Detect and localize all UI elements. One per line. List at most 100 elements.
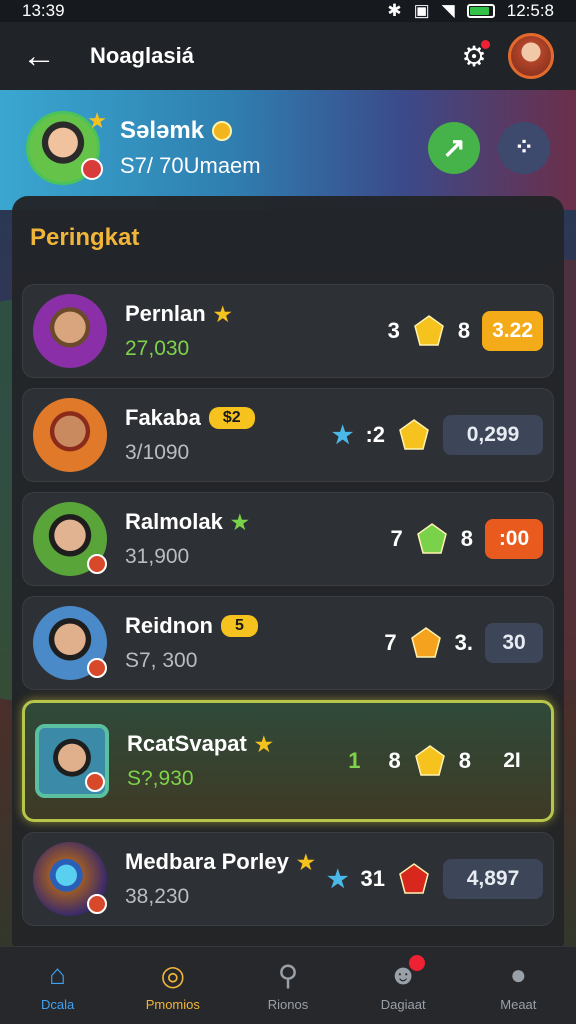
coin-icon xyxy=(212,120,233,141)
player-stats: 3 8 3.22 xyxy=(388,311,543,351)
player-avatar xyxy=(33,294,107,368)
blue-star-icon: ★ xyxy=(327,865,349,893)
status-right-time: 12:5:8 xyxy=(506,1,554,20)
gem-icon xyxy=(399,419,429,450)
player-value-badge: 3.22 xyxy=(482,311,543,351)
player-score: 3/1090 xyxy=(125,441,190,464)
nav-item-home[interactable]: ⌂ Dcala xyxy=(8,959,108,1012)
stat-left-number: :2 xyxy=(365,422,385,447)
leaderboard-row[interactable]: Medbara Porley ★ 38,230 ★ 31 4,897 xyxy=(22,832,554,926)
player-score: S?,930 xyxy=(127,767,194,790)
profile-banner: ★ Sələmk S7/ 70Umaem ↗ ⁘ xyxy=(0,90,576,205)
home-icon: ⌂ xyxy=(49,959,67,990)
back-arrow-icon[interactable]: ← xyxy=(22,37,62,76)
stat-left-number: 31 xyxy=(360,866,385,891)
player-score: 27,030 xyxy=(125,337,190,360)
player-name-row: Fakaba $2 xyxy=(125,405,332,431)
player-stats: ★ 31 4,897 xyxy=(327,859,543,899)
settings-button[interactable]: ⚙ xyxy=(454,36,494,76)
more-button[interactable]: ⁘ xyxy=(498,121,550,174)
status-bar: 13:39 ✱ ▣ ◥ 12:5:8 xyxy=(0,0,576,22)
status-icons: ✱ ▣ ◥ 12:5:8 xyxy=(387,1,554,21)
stat-left-number: 3 xyxy=(387,318,400,343)
player-info: Fakaba $2 3/1090 xyxy=(125,405,332,465)
player-value-badge: 2I xyxy=(503,749,521,772)
stat-left-number: 7 xyxy=(384,630,397,655)
profile-info: Sələmk S7/ 70Umaem xyxy=(120,117,410,179)
leaderboard-row[interactable]: Pernlan ★ 27,030 3 8 3.22 xyxy=(22,284,554,378)
notification-dot xyxy=(409,955,426,971)
profile-name-row: Sələmk xyxy=(120,117,410,145)
gem-icon xyxy=(414,745,445,776)
sim-icon: ▣ xyxy=(413,1,430,20)
leaderboard-row[interactable]: Ralmolak ★ 31,900 7 8 :00 xyxy=(22,492,554,586)
player-info: Pernlan ★ 27,030 xyxy=(125,301,388,361)
nav-label: Dcala xyxy=(40,997,75,1012)
search-icon: ⚲ xyxy=(277,960,299,991)
player-name: Medbara Porley xyxy=(125,849,289,874)
player-stats: ★ :2 0,299 xyxy=(332,415,543,455)
leaderboard-row[interactable]: Reidnon 5 S7, 300 7 3. 30 xyxy=(22,596,554,690)
leaderboard-row[interactable]: Fakaba $2 3/1090 ★ :2 0,299 xyxy=(22,388,554,482)
player-avatar xyxy=(33,502,107,576)
user-avatar[interactable] xyxy=(508,33,554,79)
status-time: 13:39 xyxy=(22,1,65,20)
gem-icon xyxy=(410,627,441,658)
player-info: Reidnon 5 S7, 300 xyxy=(125,613,384,673)
star-icon: ★ xyxy=(296,851,315,874)
badge-icon xyxy=(87,894,107,914)
badge-icon xyxy=(85,772,105,792)
player-avatar xyxy=(35,724,109,798)
gem-icon xyxy=(414,315,444,346)
player-value-badge: 30 xyxy=(485,623,543,663)
player-value-badge: 0,299 xyxy=(443,415,543,455)
stat-right-number: 8 xyxy=(458,748,471,773)
player-name-row: Medbara Porley ★ xyxy=(125,849,327,875)
wifi-icon: ◥ xyxy=(441,1,455,20)
player-stats: 7 3. 30 xyxy=(384,623,543,663)
nav-item-search[interactable]: ⚲ Rionos xyxy=(238,959,338,1012)
gem-icon xyxy=(399,863,429,894)
profile-name: Sələmk xyxy=(120,116,205,144)
player-name: Reidnon xyxy=(125,613,213,638)
player-score: 31,900 xyxy=(125,545,190,568)
player-value-badge: 4,897 xyxy=(443,859,543,899)
badge-icon xyxy=(87,554,107,574)
stat-right-number: 8 xyxy=(460,526,473,551)
target-icon: ◎ xyxy=(160,960,185,991)
nav-label: Pmomios xyxy=(145,997,200,1012)
badge-icon xyxy=(87,658,107,678)
player-score: 38,230 xyxy=(125,885,190,908)
nav-item-chat[interactable]: ☻ Dagiaat xyxy=(353,955,453,1012)
arrow-up-right-icon: ↗ xyxy=(442,132,466,163)
player-name-row: Reidnon 5 xyxy=(125,613,384,639)
player-name-row: Pernlan ★ xyxy=(125,301,388,327)
nav-item-profile[interactable]: ● Meaat xyxy=(468,959,568,1012)
player-avatar xyxy=(33,398,107,472)
player-stats: 7 8 :00 xyxy=(390,519,543,559)
stat-right-number: 8 xyxy=(457,318,471,343)
share-button[interactable]: ↗ xyxy=(428,121,480,174)
player-name: Ralmolak xyxy=(125,509,223,534)
page-title: Noaglasiá xyxy=(90,43,194,68)
player-name-row: Ralmolak ★ xyxy=(125,509,391,535)
rank-number: 1 xyxy=(348,748,361,773)
leaderboard-row[interactable]: RcatSvapat ★ S?,930 1 8 8 2I xyxy=(22,700,554,822)
rank-tag: 5 xyxy=(221,615,258,637)
bottom-nav: ⌂ Dcala ◎ Pmomios ⚲ Rionos ☻ Dagiaat ● M… xyxy=(0,946,576,1024)
star-icon: ★ xyxy=(213,303,232,326)
battery-icon xyxy=(466,4,495,18)
profile-avatar[interactable]: ★ xyxy=(26,108,107,185)
nav-item-promos[interactable]: ◎ Pmomios xyxy=(123,959,223,1012)
player-name: Pernlan xyxy=(125,301,206,326)
player-name-row: RcatSvapat ★ xyxy=(127,731,348,757)
badge-icon xyxy=(81,157,103,180)
player-info: Medbara Porley ★ 38,230 xyxy=(125,849,327,909)
player-value-badge: :00 xyxy=(485,519,543,559)
stat-left-number: 7 xyxy=(390,526,403,551)
star-icon: ★ xyxy=(254,733,273,756)
nav-label: Dagiaat xyxy=(380,997,426,1012)
dots-grid-icon: ⁘ xyxy=(513,134,535,161)
notification-dot xyxy=(481,40,490,49)
nav-label: Rionos xyxy=(267,997,309,1012)
